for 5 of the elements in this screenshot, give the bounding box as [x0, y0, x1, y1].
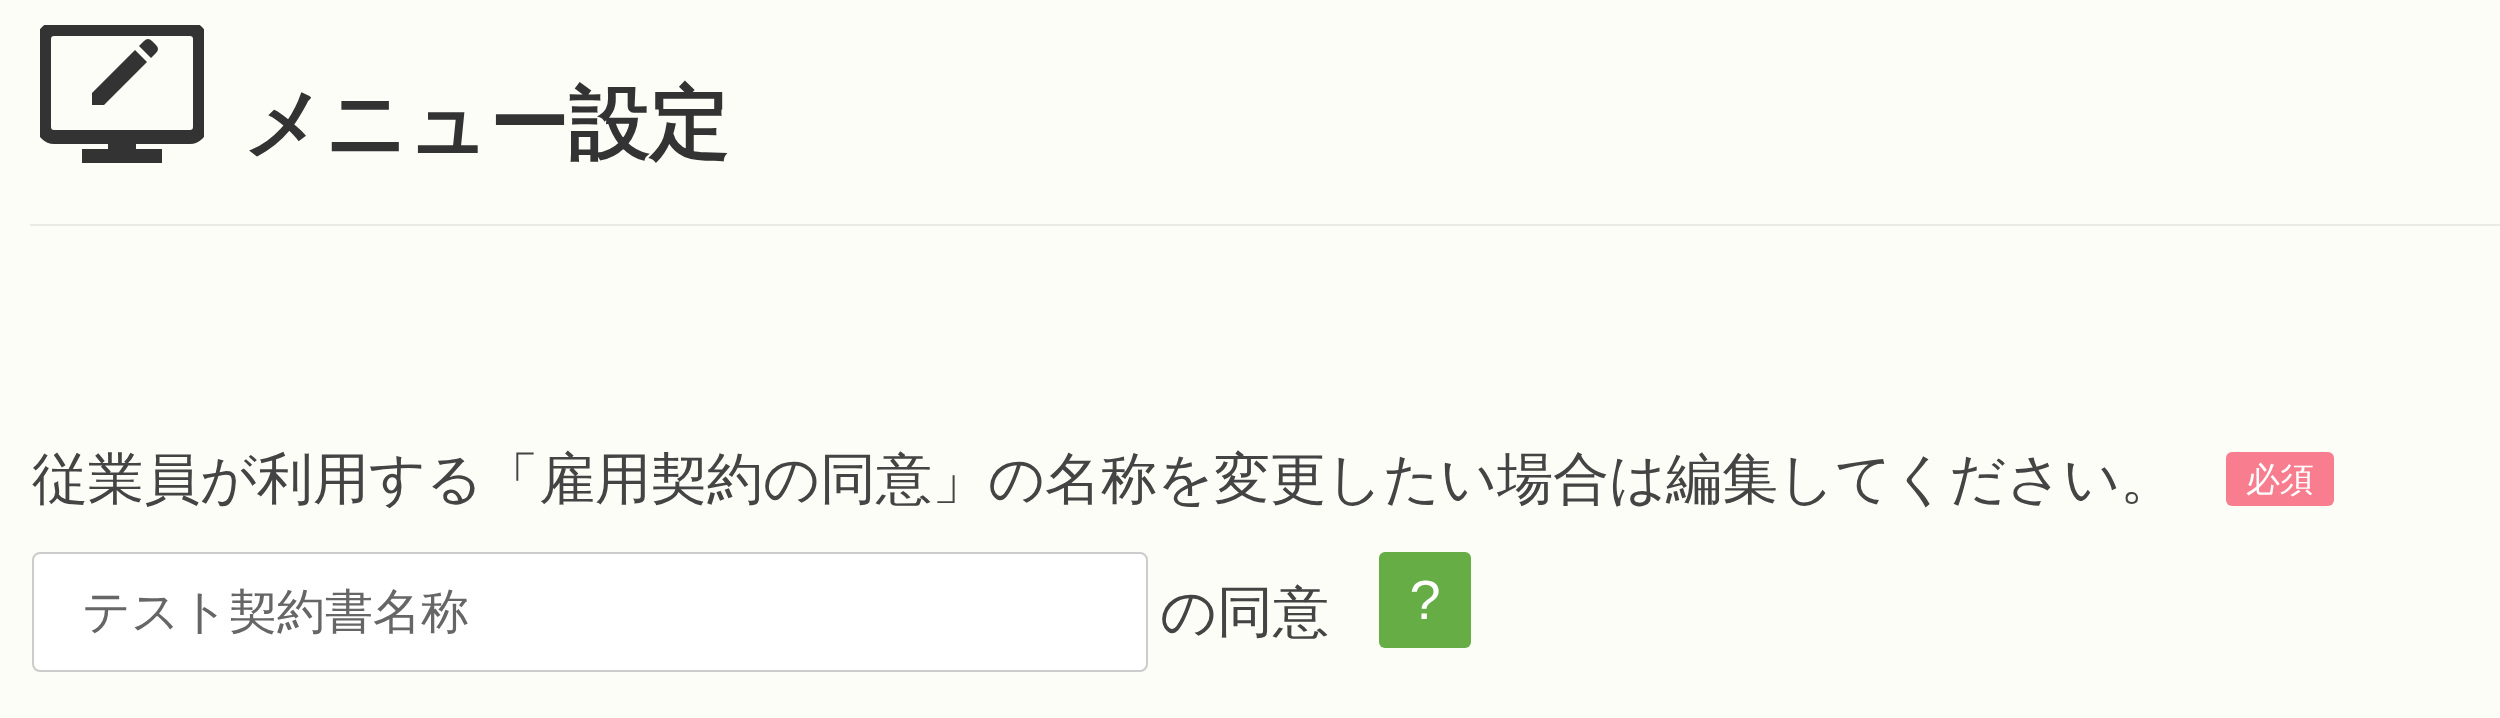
description-text: 従業員が利用する「雇用契約の同意」の名称を変更したい場合は編集してください。	[32, 451, 2176, 507]
monitor-pencil-icon	[40, 25, 204, 165]
required-badge: 必須	[2226, 452, 2334, 506]
suffix-text: の同意	[1160, 584, 1329, 640]
name-input-field[interactable]: テスト契約書名称	[32, 552, 1148, 672]
